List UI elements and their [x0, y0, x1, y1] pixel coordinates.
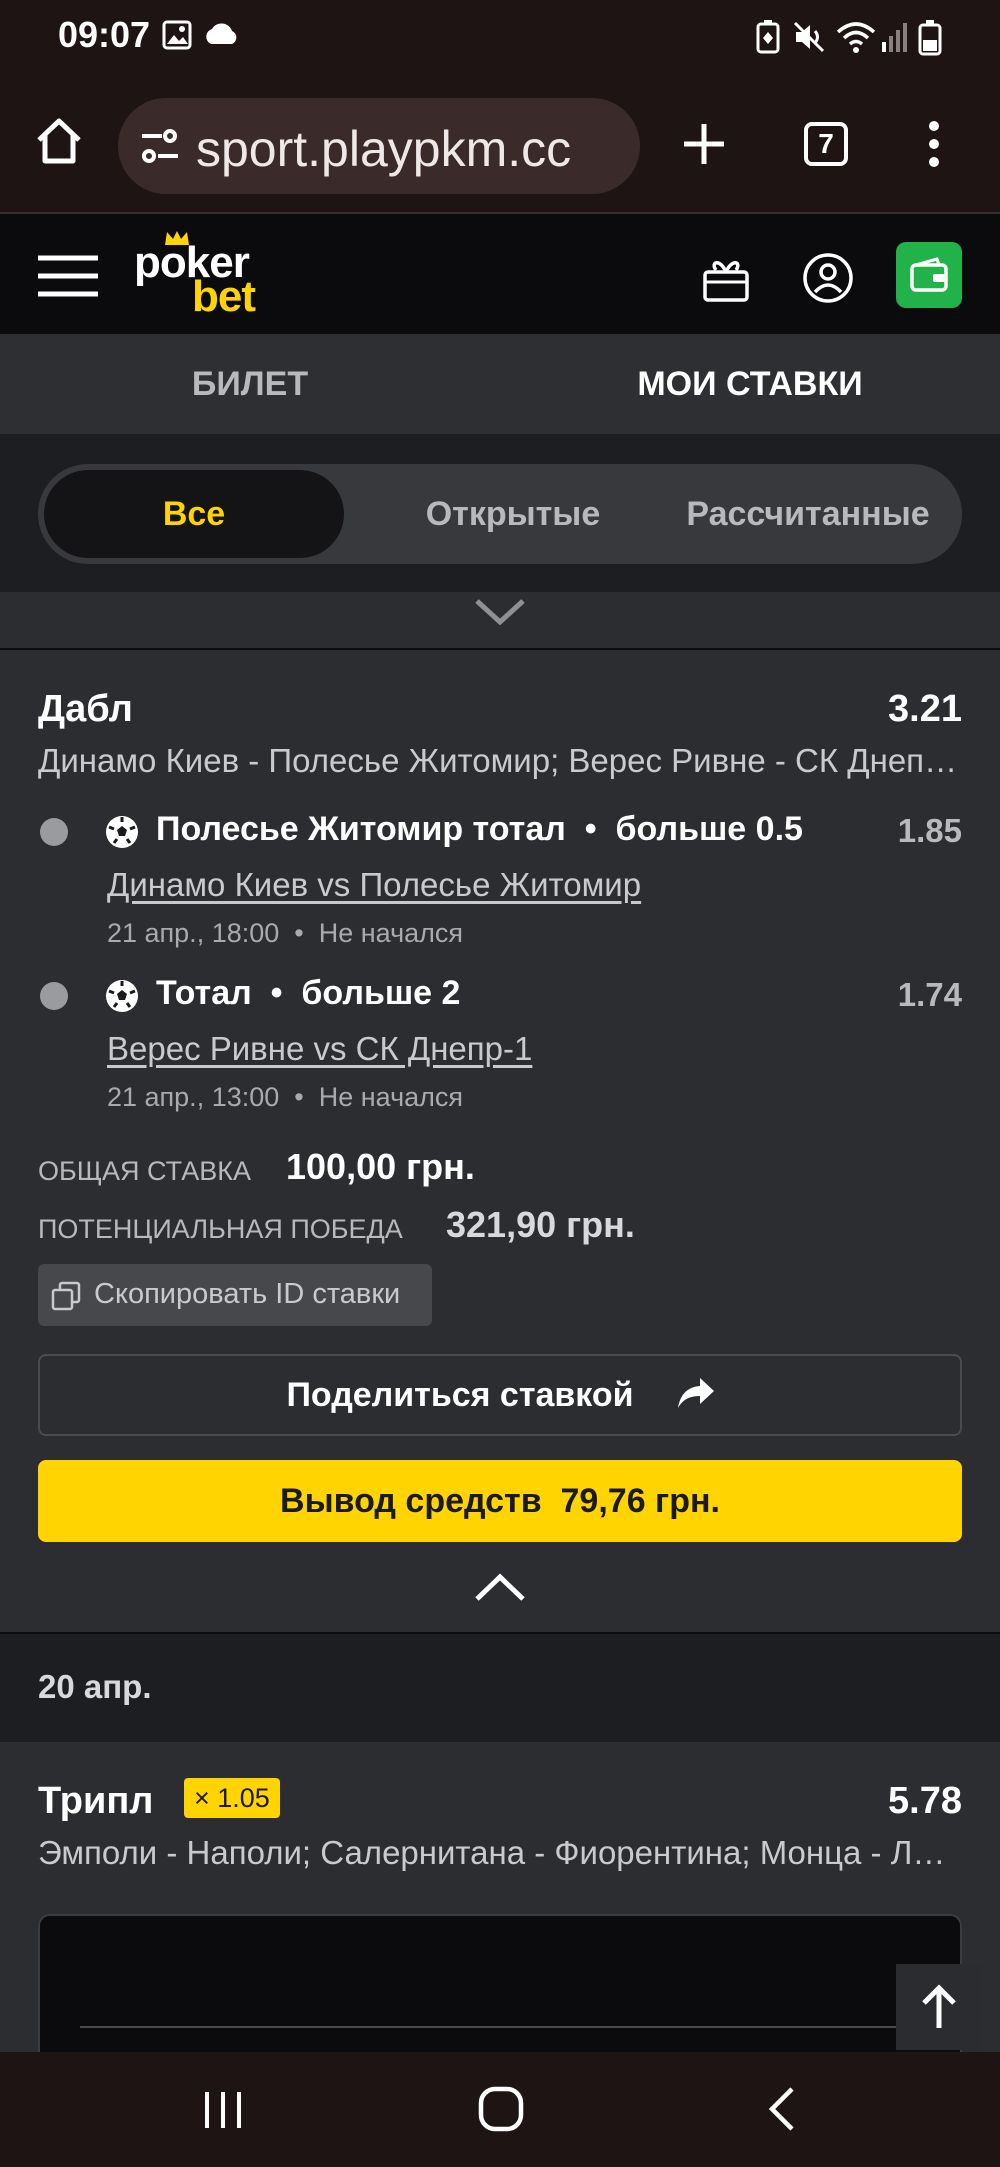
hamburger-menu-icon[interactable]: [38, 254, 98, 298]
bet-total-odds: 5.78: [888, 1780, 962, 1822]
wallet-icon: [910, 257, 948, 292]
boost-badge: × 1.05: [184, 1778, 280, 1818]
selection-status-dot: [40, 818, 68, 846]
total-stake-value: 100,00 грн.: [286, 1146, 475, 1187]
battery-saver-icon: [756, 20, 780, 54]
home-icon[interactable]: [34, 116, 84, 166]
logo-bet-text: bet: [192, 272, 256, 321]
recent-apps-icon[interactable]: [202, 2090, 244, 2130]
more-menu-icon[interactable]: [928, 120, 940, 168]
tab-switcher-button[interactable]: 7: [804, 122, 848, 166]
share-bet-label: Поделиться ставкой: [286, 1376, 634, 1414]
bet-type: Трипл: [38, 1780, 154, 1822]
bet-events-summary: Эмполи - Наполи; Салернитана - Фиорентин…: [38, 1834, 962, 1871]
account-icon[interactable]: [802, 252, 854, 304]
date-divider: 20 апр.: [0, 1634, 1000, 1742]
battery-icon: [918, 20, 942, 56]
selection-title: Тотал • больше 2: [156, 974, 461, 1012]
divider: [80, 2026, 940, 2028]
selection-meta: 21 апр., 13:00 • Не начался: [107, 1082, 464, 1112]
copy-icon: [51, 1281, 81, 1311]
home-nav-icon[interactable]: [478, 2086, 524, 2132]
cashout-label: Вывод средств: [280, 1482, 542, 1520]
tab-my-bets[interactable]: МОИ СТАВКИ: [500, 334, 1000, 434]
filter-settled[interactable]: Рассчитанные: [658, 464, 958, 564]
main-tabs: БИЛЕТ МОИ СТАВКИ: [0, 334, 1000, 434]
copy-bet-id-button[interactable]: Скопировать ID ставки: [38, 1264, 432, 1326]
wallet-button[interactable]: [896, 242, 962, 308]
address-bar[interactable]: sport.playpkm.cc: [118, 98, 640, 194]
scroll-to-top-button[interactable]: [896, 1964, 982, 2050]
new-tab-icon[interactable]: [680, 120, 728, 168]
share-bet-button[interactable]: Поделиться ставкой: [38, 1354, 962, 1436]
bet-events-summary: Динамо Киев - Полесье Житомир; Верес Рив…: [38, 742, 962, 779]
image-icon: [162, 20, 192, 50]
bet-card: Трипл × 1.05 5.78 Эмполи - Наполи; Салер…: [0, 1742, 1000, 2114]
mute-icon: [793, 21, 825, 53]
chevron-up-icon[interactable]: [474, 1572, 526, 1602]
wifi-icon: [836, 22, 876, 53]
filter-all[interactable]: Все: [44, 470, 344, 558]
back-icon[interactable]: [766, 2086, 796, 2132]
bet-filter-segmented: Все Открытые Рассчитанные: [38, 464, 962, 564]
selection-odds: 1.85: [897, 812, 962, 849]
copy-bet-id-label: Скопировать ID ставки: [94, 1278, 401, 1310]
selection-title: Полесье Житомир тотал • больше 0.5: [156, 810, 803, 848]
potential-win-value: 321,90 грн.: [446, 1204, 635, 1245]
system-nav-bar: [0, 2052, 1000, 2167]
cloud-icon: [206, 23, 237, 44]
bet-type: Дабл: [38, 688, 133, 730]
football-icon: [106, 980, 138, 1012]
tab-ticket[interactable]: БИЛЕТ: [0, 334, 500, 434]
cashout-amount: 79,76 грн.: [560, 1482, 720, 1520]
url-text: sport.playpkm.cc: [196, 121, 572, 177]
signal-icon: [882, 23, 907, 52]
expand-toggle[interactable]: [0, 592, 1000, 650]
filter-open[interactable]: Открытые: [368, 464, 658, 564]
site-settings-icon[interactable]: [140, 128, 180, 164]
chevron-down-icon: [475, 599, 525, 626]
bet-card: Дабл 3.21 Динамо Киев - Полесье Житомир;…: [0, 650, 1000, 1632]
bet-filter-area: Все Открытые Рассчитанные: [0, 434, 1000, 592]
share-arrow-icon: [678, 1378, 714, 1408]
selection-match-link[interactable]: Верес Ривне vs СК Днепр-1: [107, 1030, 532, 1068]
browser-toolbar: sport.playpkm.cc 7: [0, 78, 1000, 214]
bet-total-odds: 3.21: [888, 688, 962, 730]
status-bar: 09:07: [0, 0, 1000, 78]
date-divider-text: 20 апр.: [38, 1668, 152, 1705]
selection-match-link[interactable]: Динамо Киев vs Полесье Житомир: [107, 866, 641, 904]
arrow-up-icon: [922, 1984, 956, 2028]
status-time: 09:07: [58, 14, 151, 55]
site-header: poker bet: [0, 214, 1000, 334]
logo-crown-icon: [165, 231, 189, 245]
potential-win-label: ПОТЕНЦИАЛЬНАЯ ПОБЕДА: [38, 1214, 403, 1244]
selection-odds: 1.74: [897, 976, 962, 1013]
selection-meta: 21 апр., 18:00 • Не начался: [107, 918, 464, 948]
football-icon: [106, 816, 138, 848]
total-stake-label: ОБЩАЯ СТАВКА: [38, 1156, 251, 1186]
gift-icon[interactable]: [700, 252, 752, 304]
cashout-button[interactable]: Вывод средств 79,76 грн.: [38, 1460, 962, 1542]
selection-status-dot: [40, 982, 68, 1010]
